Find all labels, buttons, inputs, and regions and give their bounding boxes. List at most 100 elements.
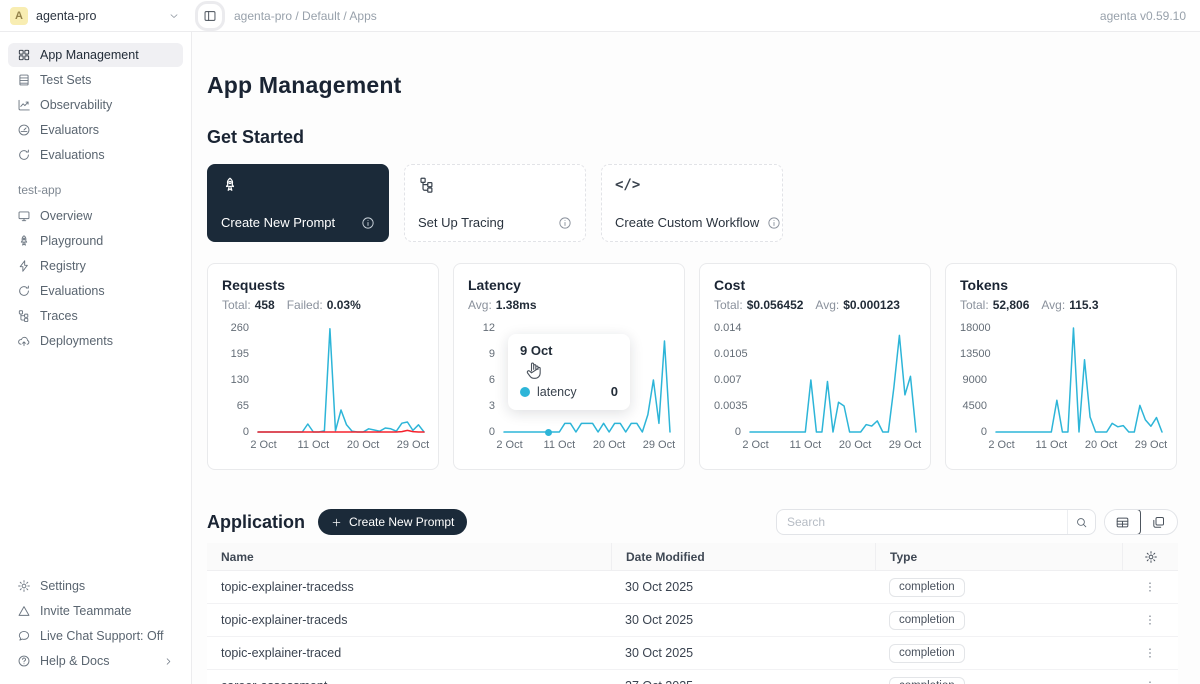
get-started-card-set-up-tracing[interactable]: Set Up Tracing — [404, 164, 586, 242]
y-tick: 0.0035 — [714, 400, 750, 412]
tooltip-row: latency0 — [520, 384, 618, 399]
sidebar-item-invite-teammate[interactable]: Invite Teammate — [8, 599, 183, 623]
cell-type: completion — [875, 611, 1122, 630]
sidebar-item-test-sets[interactable]: Test Sets — [8, 68, 183, 92]
sidebar-item-settings[interactable]: Settings — [8, 574, 183, 598]
sidebar-item-label: Traces — [40, 309, 78, 323]
panel-left-icon — [203, 9, 217, 23]
get-started-title: Get Started — [207, 127, 1178, 148]
sidebar-toggle-button[interactable] — [198, 4, 222, 28]
sidebar-item-label: App Management — [40, 48, 139, 62]
stat-label: Avg: — [1041, 298, 1065, 312]
page-title: App Management — [207, 72, 1178, 99]
table-row[interactable]: topic-explainer-tracedss30 Oct 2025compl… — [207, 571, 1178, 604]
card-label: Create New Prompt — [221, 215, 335, 230]
y-tick: 0 — [222, 426, 258, 438]
sidebar-item-evaluations[interactable]: Evaluations — [8, 143, 183, 167]
stat-label: Total: — [714, 298, 743, 312]
y-tick: 0.014 — [714, 322, 750, 334]
create-new-prompt-button[interactable]: Create New Prompt — [318, 509, 467, 535]
chart-body: 18000135009000450002 Oct11 Oct20 Oct29 O… — [960, 328, 1162, 453]
row-menu-icon[interactable] — [1143, 613, 1157, 627]
x-tick: 11 Oct — [544, 439, 576, 451]
grid-icon — [17, 48, 31, 62]
row-actions — [1122, 646, 1178, 660]
application-controls — [776, 509, 1178, 535]
loop-icon — [17, 148, 31, 162]
sidebar-item-live-chat-support-off[interactable]: Live Chat Support: Off — [8, 624, 183, 648]
x-tick: 11 Oct — [298, 439, 330, 451]
y-tick: 13500 — [960, 348, 996, 360]
stat-label: Avg: — [815, 298, 839, 312]
x-axis: 2 Oct11 Oct20 Oct29 Oct — [996, 439, 1162, 453]
table-view-icon — [1115, 515, 1130, 530]
sidebar-item-evaluations[interactable]: Evaluations — [8, 279, 183, 303]
sidebar-item-registry[interactable]: Registry — [8, 254, 183, 278]
sidebar-item-traces[interactable]: Traces — [8, 304, 183, 328]
stat-label: Total: — [960, 298, 989, 312]
metric-stat: Total:52,806 — [960, 298, 1029, 312]
y-axis: 0.0140.01050.0070.00350 — [714, 328, 750, 432]
sidebar-item-label: Playground — [40, 234, 103, 248]
sidebar-item-evaluators[interactable]: Evaluators — [8, 118, 183, 142]
tooltip-value: 0 — [611, 384, 618, 399]
info-icon — [558, 216, 572, 230]
row-menu-icon[interactable] — [1143, 646, 1157, 660]
info-icon — [767, 216, 781, 230]
chat-icon — [17, 629, 31, 643]
y-tick: 0 — [468, 426, 504, 438]
card-view-button[interactable] — [1140, 510, 1177, 534]
column-header-type[interactable]: Type — [875, 543, 1122, 570]
table-row[interactable]: career-assessment27 Oct 2025completion — [207, 670, 1178, 684]
chart-line-icon — [17, 98, 31, 112]
workspace-selector[interactable]: A agenta-pro — [0, 7, 192, 25]
y-tick: 3 — [468, 400, 504, 412]
table-settings-icon[interactable] — [1144, 550, 1158, 564]
hand-cursor-icon — [524, 361, 544, 381]
metric-card-tokens: TokensTotal:52,806Avg:115.31800013500900… — [945, 263, 1177, 470]
breadcrumb: agenta-pro / Default / Apps — [234, 9, 377, 23]
column-header-name[interactable]: Name — [207, 543, 611, 570]
table-row[interactable]: topic-explainer-traced30 Oct 2025complet… — [207, 637, 1178, 670]
stat-value: 115.3 — [1069, 298, 1098, 312]
metric-stat: Total:458 — [222, 298, 275, 312]
sidebar-item-help-docs[interactable]: Help & Docs — [8, 649, 183, 673]
metric-card-requests: RequestsTotal:458Failed:0.03%26019513065… — [207, 263, 439, 470]
stat-label: Failed: — [287, 298, 323, 312]
row-menu-icon[interactable] — [1143, 580, 1157, 594]
y-tick: 0.007 — [714, 374, 750, 386]
get-started-card-create-custom-workflow[interactable]: </>Create Custom Workflow — [601, 164, 783, 242]
sidebar-item-observability[interactable]: Observability — [8, 93, 183, 117]
cell-date-modified: 30 Oct 2025 — [611, 646, 875, 660]
series-cost — [750, 335, 916, 432]
sidebar-bottom-group: SettingsInvite TeammateLive Chat Support… — [0, 573, 191, 674]
search-icon[interactable] — [1067, 510, 1095, 534]
view-toggle — [1104, 509, 1178, 535]
cloud-icon — [17, 334, 31, 348]
chart-plot[interactable] — [750, 328, 916, 432]
row-menu-icon[interactable] — [1143, 679, 1157, 684]
metric-stat: Avg:1.38ms — [468, 298, 537, 312]
cell-name: topic-explainer-tracedss — [207, 580, 611, 594]
x-tick: 2 Oct — [250, 439, 276, 451]
column-header-date-modified[interactable]: Date Modified — [611, 543, 875, 570]
plot-column: 2 Oct11 Oct20 Oct29 Oct — [750, 328, 916, 453]
search-input[interactable] — [777, 515, 1067, 529]
sidebar-item-app-management[interactable]: App Management — [8, 43, 183, 67]
rocket-icon — [221, 176, 239, 194]
chart-plot[interactable] — [996, 328, 1162, 432]
metric-stat: Avg: 115.3 — [1041, 298, 1098, 312]
x-tick: 29 Oct — [1135, 439, 1167, 451]
sidebar-item-deployments[interactable]: Deployments — [8, 329, 183, 353]
cell-type: completion — [875, 644, 1122, 663]
sidebar-item-playground[interactable]: Playground — [8, 229, 183, 253]
sidebar-item-overview[interactable]: Overview — [8, 204, 183, 228]
table-view-button[interactable] — [1104, 509, 1141, 535]
get-started-card-create-new-prompt[interactable]: Create New Prompt — [207, 164, 389, 242]
chart-plot[interactable] — [258, 328, 424, 432]
plot-column: 2 Oct11 Oct20 Oct29 Oct — [996, 328, 1162, 453]
type-badge: completion — [889, 611, 965, 630]
type-badge: completion — [889, 578, 965, 597]
x-tick: 20 Oct — [1085, 439, 1117, 451]
table-row[interactable]: topic-explainer-traceds30 Oct 2025comple… — [207, 604, 1178, 637]
